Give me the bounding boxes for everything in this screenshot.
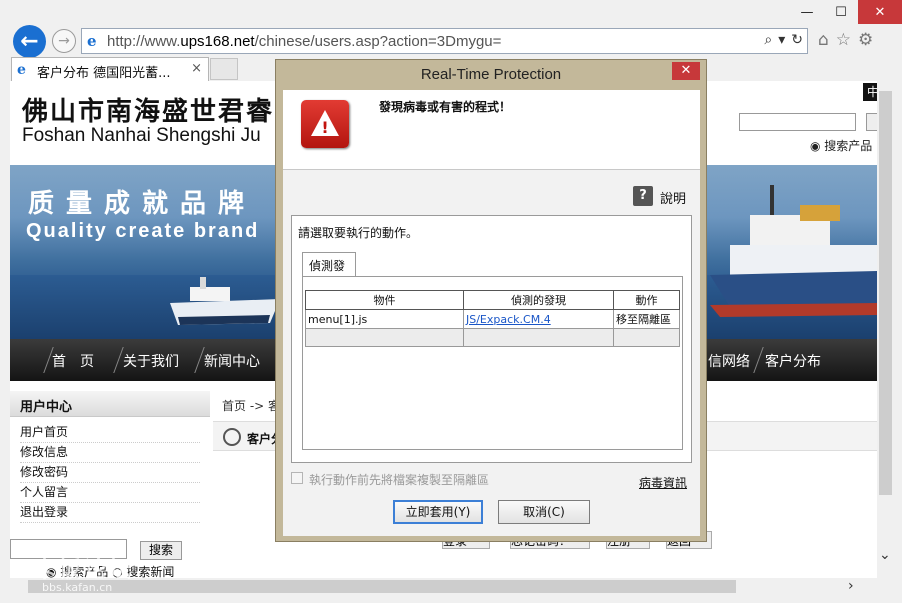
- dialog-body: ! 發現病毒或有害的程式！ ? 說明 請選取要執行的動作。 偵測發現 物件 偵測…: [283, 90, 700, 536]
- column-header-object[interactable]: 物件: [305, 290, 464, 310]
- horizontal-scrollbar[interactable]: ›: [10, 578, 877, 595]
- section-icon: [223, 428, 241, 446]
- window-controls: — ☐ ✕: [790, 0, 902, 24]
- back-button[interactable]: ←: [13, 25, 46, 58]
- tab-close-icon[interactable]: ×: [191, 61, 202, 76]
- sidebar-link-logout[interactable]: 退出登录: [20, 503, 200, 523]
- forum-watermark: 卡饭论坛: [34, 558, 135, 583]
- dropdown-icon[interactable]: ▾: [778, 32, 785, 48]
- url-prefix: http://www.: [107, 33, 181, 50]
- slogan-en: Quality create brand: [26, 220, 260, 242]
- browser-tools: ⌂ ☆ ⚙: [818, 30, 873, 50]
- table-row-empty: [305, 328, 680, 347]
- column-header-finding[interactable]: 偵測的發現: [463, 290, 614, 310]
- tab-title: 客户分布 德国阳光蓄...: [37, 66, 171, 81]
- warning-icon: !: [301, 100, 349, 148]
- nav-separator: [753, 347, 764, 373]
- cell-finding: JS/Expack.CM.4: [463, 309, 614, 329]
- language-switch[interactable]: 中: [863, 83, 877, 101]
- help-question-icon[interactable]: ?: [633, 186, 653, 206]
- back-arrow-icon: ←: [20, 29, 39, 54]
- nav-item-news[interactable]: 新闻中心: [204, 351, 260, 371]
- dialog-title: Real-Time Protection: [420, 66, 562, 83]
- home-icon[interactable]: ⌂: [818, 30, 829, 50]
- company-name-cn: 佛山市南海盛世君睿: [22, 97, 275, 127]
- new-tab-button[interactable]: [210, 58, 238, 80]
- sidebar-title-text: 用户中心: [20, 400, 73, 415]
- address-bar[interactable]: e http://www.ups168.net/chinese/users.as…: [81, 28, 808, 54]
- sidebar-link-home[interactable]: 用户首页: [20, 423, 200, 443]
- vertical-scrollbar[interactable]: ⌄: [877, 81, 894, 578]
- help-link[interactable]: 說明: [660, 188, 686, 207]
- finding-link[interactable]: JS/Expack.CM.4: [466, 313, 551, 326]
- address-tools: ⌕ ▾ ↻: [764, 32, 803, 48]
- breadcrumb: 首页 -> 客: [222, 399, 281, 413]
- horizontal-scroll-thumb[interactable]: [28, 580, 736, 593]
- cell-action[interactable]: 移至隔離區: [613, 309, 680, 329]
- search-icon[interactable]: ⌕: [764, 32, 772, 48]
- forward-button[interactable]: →: [52, 29, 76, 53]
- virus-info-link[interactable]: 病毒資訊: [639, 474, 687, 491]
- action-prompt: 請選取要執行的動作。: [298, 226, 419, 240]
- ship-left-illustration: [170, 277, 280, 325]
- slogan-cn: 质量成就品牌: [28, 189, 257, 219]
- maximize-button[interactable]: ☐: [824, 0, 858, 24]
- nav-item-home[interactable]: 首 页: [52, 351, 94, 371]
- detections-panel: 物件 偵測的發現 動作 menu[1].js JS/Expack.CM.4 移至…: [302, 276, 683, 450]
- scroll-down-icon[interactable]: ⌄: [879, 547, 891, 563]
- table-header-row: 物件 偵測的發現 動作: [305, 290, 680, 310]
- tab-ie-icon: e: [17, 62, 26, 78]
- empty-cell: [463, 328, 614, 347]
- dialog-close-button[interactable]: ✕: [672, 62, 700, 80]
- header-search-option[interactable]: ◉ 搜索产品: [810, 137, 872, 154]
- window-close-button[interactable]: ✕: [858, 0, 902, 24]
- user-center-sidebar: 用户中心 用户首页 修改信息 修改密码 个人留言 退出登录 搜索 ◉ 搜索产品 …: [10, 391, 210, 578]
- sidebar-link-change-password[interactable]: 修改密码: [20, 463, 200, 483]
- vertical-scroll-thumb[interactable]: [879, 91, 892, 495]
- scroll-right-icon[interactable]: ›: [848, 578, 854, 594]
- action-group-box: 請選取要執行的動作。 偵測發現 物件 偵測的發現 動作 menu[1].js J…: [291, 215, 692, 463]
- forward-arrow-icon: →: [58, 33, 70, 49]
- ie-logo-icon: e: [87, 32, 97, 50]
- cancel-button[interactable]: 取消(C): [498, 500, 590, 524]
- reload-icon[interactable]: ↻: [791, 32, 803, 48]
- dialog-header: ! 發現病毒或有害的程式！: [283, 90, 700, 170]
- realtime-protection-dialog: Real-Time Protection ✕ ! 發現病毒或有害的程式！ ? 說…: [275, 59, 707, 542]
- copy-to-quarantine-label: 執行動作前先將檔案複製至隔離區: [309, 473, 490, 487]
- nav-item-customers[interactable]: 客户分布: [765, 351, 821, 371]
- header-search-input[interactable]: [739, 113, 856, 131]
- detections-table: 物件 偵測的發現 動作 menu[1].js JS/Expack.CM.4 移至…: [305, 290, 680, 347]
- table-row[interactable]: menu[1].js JS/Expack.CM.4 移至隔離區: [305, 309, 680, 329]
- threat-message: 發現病毒或有害的程式！: [379, 100, 512, 114]
- ship-right-illustration: [710, 185, 877, 317]
- copy-to-quarantine-checkbox[interactable]: [291, 472, 303, 484]
- settings-gear-icon[interactable]: ⚙: [858, 30, 873, 50]
- header-search-option-label: 搜索产品: [824, 139, 873, 153]
- favorites-star-icon[interactable]: ☆: [836, 30, 851, 50]
- nav-item-about[interactable]: 关于我们: [123, 351, 179, 371]
- url-text[interactable]: http://www.ups168.net/chinese/users.asp?…: [107, 33, 501, 50]
- minimize-button[interactable]: —: [790, 0, 824, 24]
- forum-watermark-url: bbs.kafan.cn: [42, 581, 113, 594]
- company-name-en: Foshan Nanhai Shengshi Ju: [22, 125, 261, 146]
- sidebar-search-button[interactable]: 搜索: [140, 541, 182, 560]
- tab-detections[interactable]: 偵測發現: [302, 252, 356, 290]
- column-header-action[interactable]: 動作: [613, 290, 680, 310]
- sidebar-link-messages[interactable]: 个人留言: [20, 483, 200, 503]
- dialog-titlebar: Real-Time Protection: [276, 60, 706, 90]
- sidebar-link-edit-info[interactable]: 修改信息: [20, 443, 200, 463]
- sidebar-title: 用户中心: [10, 391, 210, 417]
- browser-tab[interactable]: e 客户分布 德国阳光蓄... ×: [11, 57, 209, 81]
- empty-cell: [305, 328, 464, 347]
- header-search-button[interactable]: [866, 113, 877, 131]
- nav-item-network[interactable]: 信网络: [708, 351, 750, 371]
- url-path: /chinese/users.asp?action=3Dmygu=: [254, 33, 502, 50]
- empty-cell: [613, 328, 680, 347]
- url-domain: ups168.net: [180, 33, 255, 50]
- warning-icon-glyph: !: [321, 118, 328, 137]
- apply-now-button[interactable]: 立即套用(Y): [393, 500, 483, 524]
- cell-object: menu[1].js: [305, 309, 464, 329]
